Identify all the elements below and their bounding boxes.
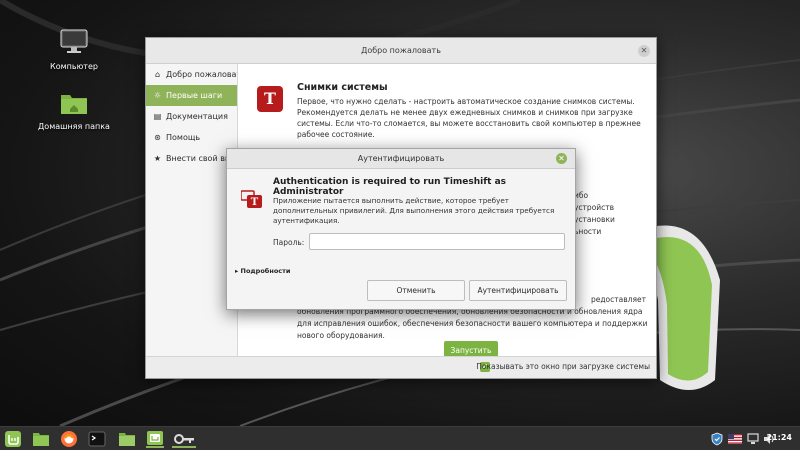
mint-welcome-button[interactable] xyxy=(146,430,164,448)
close-icon: ✕ xyxy=(640,46,648,55)
auth-heading: Authentication is required to run Timesh… xyxy=(273,177,507,197)
taskbar: 21:24 xyxy=(0,426,800,450)
update-text: редоставляет xyxy=(591,295,646,304)
folder-icon xyxy=(119,433,135,446)
home-folder-icon xyxy=(32,90,116,118)
section-title-snapshots: Снимки системы xyxy=(297,82,388,93)
us-flag-icon[interactable] xyxy=(728,434,742,444)
file-manager-button[interactable] xyxy=(32,430,50,448)
auth-key-button[interactable] xyxy=(172,430,196,448)
desktop-icon-home[interactable]: Домашняя папка xyxy=(32,90,116,131)
desktop-icon-computer[interactable]: Компьютер xyxy=(32,28,116,71)
network-icon[interactable] xyxy=(746,432,760,446)
close-icon: ✕ xyxy=(558,154,565,163)
close-button[interactable]: ✕ xyxy=(556,153,567,164)
update-text: нового оборудования. xyxy=(297,331,385,340)
help-icon: ⊛ xyxy=(154,133,161,142)
sidebar-item-label: Помощь xyxy=(166,133,201,142)
computer-icon xyxy=(32,28,116,58)
terminal-button[interactable] xyxy=(88,430,106,448)
firefox-button[interactable] xyxy=(60,430,78,448)
firefox-icon xyxy=(61,431,77,447)
close-button[interactable]: ✕ xyxy=(638,45,650,57)
sidebar-item-first-steps[interactable]: ☼ Первые шаги xyxy=(146,85,237,106)
welcome-titlebar[interactable]: Добро пожаловать ✕ xyxy=(146,38,656,64)
window-title: Добро пожаловать xyxy=(361,46,441,55)
mint-menu-button[interactable] xyxy=(4,430,22,448)
file-manager-icon xyxy=(33,433,49,446)
sidebar-item-help[interactable]: ⊛ Помощь xyxy=(146,127,237,148)
home-icon: ⌂ xyxy=(154,70,161,79)
sidebar: ⌂ Добро пожаловать ☼ Первые шаги ▤ Документ… xyxy=(146,64,238,356)
shield-icon[interactable] xyxy=(710,432,724,446)
show-on-startup-label: Показывать это окно при загрузке системы xyxy=(476,362,650,371)
password-field[interactable] xyxy=(309,233,565,250)
section-text-snapshots: Первое, что нужно сделать - настроить ав… xyxy=(297,97,641,139)
partial-text: установки xyxy=(574,215,615,224)
auth-dialog: Аутентифицировать ✕ T Authentication is … xyxy=(226,148,576,310)
update-text: для исправления ошибок, обеспечения безо… xyxy=(297,319,648,328)
sidebar-item-label: Документация xyxy=(166,112,228,121)
details-label: Подробности xyxy=(240,267,291,275)
partial-text: устройств xyxy=(574,203,615,212)
auth-description: Приложение пытается выполнить действие, … xyxy=(273,196,555,225)
cancel-button[interactable]: Отменить xyxy=(367,280,465,301)
sidebar-item-contribute[interactable]: ★ Внести свой вклад xyxy=(146,148,237,169)
timeshift-icon: T xyxy=(257,86,283,112)
welcome-footer: ✓ Показывать это окно при загрузке систе… xyxy=(146,356,656,378)
password-label: Пароль: xyxy=(273,238,305,247)
sidebar-item-documentation[interactable]: ▤ Документация xyxy=(146,106,237,127)
details-expander[interactable]: ▸ Подробности xyxy=(235,267,290,275)
svg-text:T: T xyxy=(251,197,259,208)
auth-key-icon xyxy=(174,434,194,444)
auth-titlebar[interactable]: Аутентифицировать ✕ xyxy=(227,149,575,169)
authenticate-button[interactable]: Аутентифицировать xyxy=(469,280,567,301)
dialog-title: Аутентифицировать xyxy=(357,154,445,163)
lightbulb-icon: ☼ xyxy=(153,91,162,100)
timeshift-lock-icon: T xyxy=(241,190,262,208)
partial-text: ибо xyxy=(574,191,589,200)
partial-text: ьности xyxy=(574,227,602,236)
clock[interactable]: 21:24 xyxy=(767,433,792,442)
document-icon: ▤ xyxy=(153,112,162,121)
sidebar-item-label: Первые шаги xyxy=(166,91,223,100)
folder-button[interactable] xyxy=(118,430,136,448)
desktop-icon-label: Компьютер xyxy=(50,62,98,71)
desktop-icon-label: Домашняя папка xyxy=(38,122,110,131)
mint-welcome-icon xyxy=(147,431,163,445)
terminal-icon xyxy=(88,431,106,447)
mint-menu-icon xyxy=(5,431,21,447)
star-icon: ★ xyxy=(153,154,162,163)
sidebar-item-welcome[interactable]: ⌂ Добро пожаловать xyxy=(146,64,237,85)
sidebar-item-label: Добро пожаловать xyxy=(166,70,238,79)
